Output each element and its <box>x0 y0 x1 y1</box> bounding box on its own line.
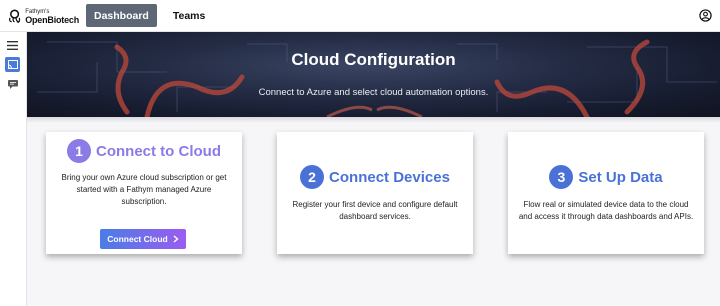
chevron-right-icon <box>173 235 179 243</box>
step-description: Bring your own Azure cloud subscription … <box>61 173 227 206</box>
step-number-badge: 1 <box>67 139 91 163</box>
page-title: Cloud Configuration <box>291 50 456 69</box>
octopus-circuit-artwork <box>37 39 717 117</box>
nav-teams[interactable]: Teams <box>165 4 214 27</box>
left-nav-rail <box>0 32 27 306</box>
step-description: Flow real or simulated device data to th… <box>518 200 694 221</box>
step-card-set-up-data: 3 Set Up Data Flow real or simulated dev… <box>508 132 704 254</box>
cloud-config-nav-button[interactable] <box>5 57 20 72</box>
account-circle-icon[interactable] <box>699 9 712 22</box>
step-title: Connect Devices <box>329 168 450 186</box>
messages-nav-button[interactable] <box>5 77 20 92</box>
hero-banner: Cloud Configuration Connect to Azure and… <box>27 32 720 117</box>
step-title: Set Up Data <box>578 168 663 186</box>
connect-cloud-button[interactable]: Connect Cloud <box>100 229 186 249</box>
cloud-cast-icon <box>7 60 18 69</box>
top-app-bar: Fathym's OpenBiotech Dashboard Teams <box>0 0 720 32</box>
step-card-connect-devices: 2 Connect Devices Register your first de… <box>277 132 473 254</box>
step-number-badge: 3 <box>549 165 574 189</box>
logo-brand-text: OpenBiotech <box>25 14 79 25</box>
step-title: Connect to Cloud <box>96 142 221 160</box>
step-description: Register your first device and configure… <box>292 200 458 221</box>
nav-dashboard[interactable]: Dashboard <box>86 4 157 27</box>
page-subtitle: Connect to Azure and select cloud automa… <box>258 87 489 98</box>
menu-button[interactable] <box>5 38 20 53</box>
step-number-badge: 2 <box>300 165 325 189</box>
hero-shadow <box>27 117 720 123</box>
menu-icon <box>7 41 18 50</box>
connect-cloud-label: Connect Cloud <box>107 234 168 244</box>
step-card-connect-cloud: 1 Connect to Cloud Bring your own Azure … <box>46 132 242 254</box>
message-icon <box>7 80 18 89</box>
app-logo[interactable]: Fathym's OpenBiotech <box>7 8 79 24</box>
octopus-logo-icon <box>8 9 21 23</box>
